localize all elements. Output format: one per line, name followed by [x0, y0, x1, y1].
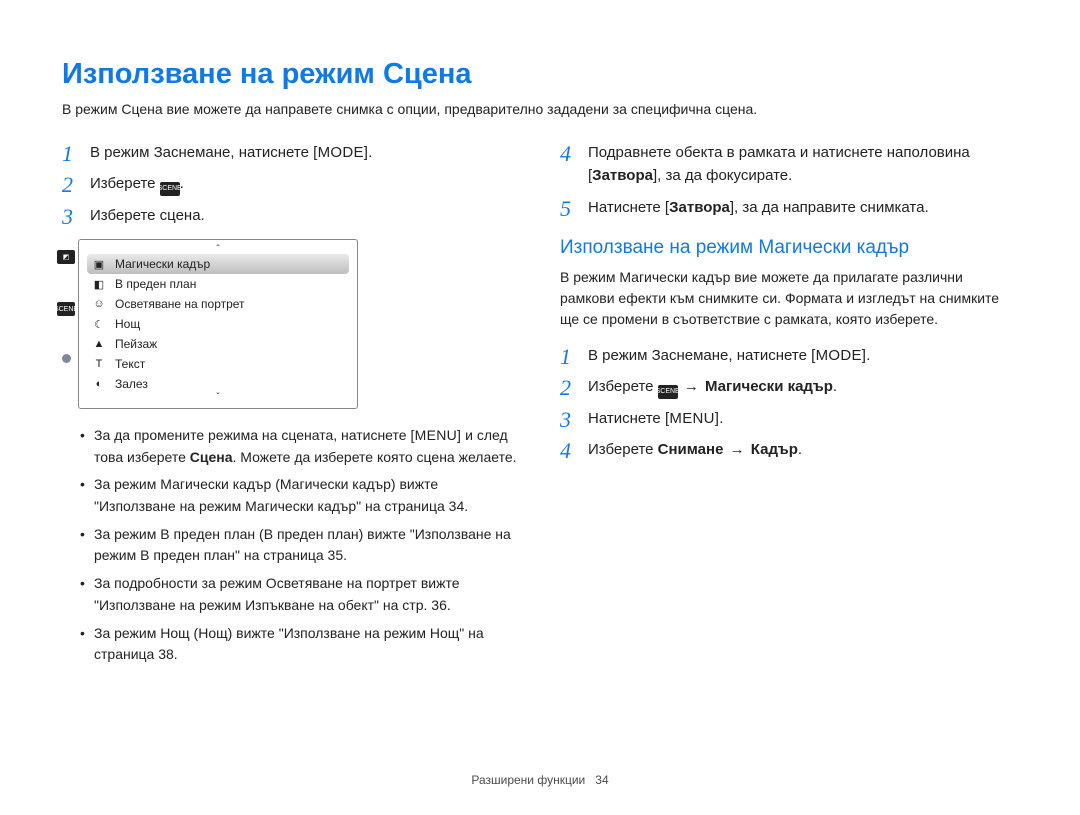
night-icon: ☾	[91, 316, 107, 332]
footer-section: Разширени функции	[471, 773, 585, 787]
sunset-icon: ◐	[91, 376, 107, 392]
magic-frame-icon: ▣	[91, 256, 107, 272]
bullet-item: За да промените режима на сцената, натис…	[80, 425, 520, 468]
scene-menu-item-label: Залез	[115, 377, 148, 391]
subheading: Използване на режим Магически кадър	[560, 237, 1018, 259]
landscape-icon: ▲	[91, 336, 107, 352]
scene-menu-item[interactable]: ◧ В преден план	[87, 274, 349, 294]
bullet-item: За режим Магически кадър (Магически кадъ…	[80, 474, 520, 517]
scene-menu-item[interactable]: ◐ Залез	[87, 374, 349, 394]
scene-menu-screenshot: ◩ SCENE ˆ ▣Магически кадър◧В преден план…	[78, 239, 358, 409]
step-item: Натиснете [Затвора], за да направите сни…	[560, 196, 1018, 219]
scene-menu-item[interactable]: ▣ Магически кадър	[87, 254, 349, 274]
chevron-down-icon: ˇ	[79, 394, 357, 402]
scene-icon: SCENE	[57, 302, 75, 316]
intro-text: В режим Сцена вие можете да направете сн…	[62, 101, 1018, 117]
scene-menu-item[interactable]: ☺ Осветяване на портрет	[87, 294, 349, 314]
step-item: Изберете SCENE.	[62, 172, 520, 196]
text-icon: T	[91, 356, 107, 372]
footer-page-number: 34	[595, 773, 608, 787]
scene-menu-item-label: Пейзаж	[115, 337, 157, 351]
step-item: В режим Заснемане, натиснете [MODE].	[62, 141, 520, 164]
manual-page: Използване на режим Сцена В режим Сцена …	[0, 0, 1080, 815]
scene-menu-item-label: В преден план	[115, 277, 196, 291]
right-column: Подравнете обекта в рамката и натиснете …	[560, 141, 1018, 672]
arrow-icon: →	[728, 441, 747, 458]
left-bullets: За да промените режима на сцената, натис…	[62, 425, 520, 666]
step-item: Изберете SCENE → Магически кадър.	[560, 375, 1018, 399]
right-steps-bottom: В режим Заснемане, натиснете [MODE]. Избе…	[560, 344, 1018, 461]
indicator-dot	[62, 354, 71, 363]
mode-label: [MODE]	[313, 141, 368, 164]
step-item: В режим Заснемане, натиснете [MODE].	[560, 344, 1018, 367]
menu-label: [MENU]	[410, 425, 461, 447]
camera-mode-icon: ◩	[57, 250, 75, 264]
screenshot-side-icons: ◩ SCENE	[57, 250, 75, 363]
scene-menu-item-label: Осветяване на портрет	[115, 297, 245, 311]
left-column: В режим Заснемане, натиснете [MODE]. Избе…	[62, 141, 520, 672]
right-steps-top: Подравнете обекта в рамката и натиснете …	[560, 141, 1018, 219]
scene-icon: SCENE	[160, 182, 180, 196]
left-steps: В режим Заснемане, натиснете [MODE]. Избе…	[62, 141, 520, 227]
scene-menu-item[interactable]: T Текст	[87, 354, 349, 374]
bullet-item: За подробности за режим Осветяване на по…	[80, 573, 520, 616]
step-item: Изберете Снимане → Кадър.	[560, 438, 1018, 461]
bullet-item: За режим В преден план (В преден план) в…	[80, 524, 520, 567]
bullet-item: За режим Нощ (Нощ) вижте "Използване на …	[80, 623, 520, 666]
scene-menu-rows: ▣ Магически кадър ◧ В преден план ☺ Осветяван…	[79, 254, 357, 394]
step-item: Подравнете обекта в рамката и натиснете …	[560, 141, 1018, 188]
mode-label: [MODE]	[811, 344, 866, 367]
foreground-icon: ◧	[91, 276, 107, 292]
content-columns: В режим Заснемане, натиснете [MODE]. Избе…	[62, 141, 1018, 672]
scene-menu-item-label: Нощ	[115, 317, 140, 331]
page-title: Използване на режим Сцена	[62, 58, 1018, 91]
menu-label: [MENU]	[665, 407, 719, 430]
beauty-icon: ☺	[91, 296, 107, 312]
arrow-icon: →	[682, 378, 701, 395]
scene-menu-item-label: Магически кадър	[115, 257, 210, 271]
page-footer: Разширени функции 34	[0, 773, 1080, 787]
scene-menu-item-label: Текст	[115, 357, 145, 371]
chevron-up-icon: ˆ	[79, 246, 357, 254]
scene-icon: SCENE	[658, 385, 678, 399]
step-item: Изберете сцена.	[62, 204, 520, 227]
step-item: Натиснете [MENU].	[560, 407, 1018, 430]
scene-menu-item[interactable]: ▲ Пейзаж	[87, 334, 349, 354]
scene-menu-item[interactable]: ☾ Нощ	[87, 314, 349, 334]
subheading-description: В режим Магически кадър вие можете да пр…	[560, 267, 1018, 330]
